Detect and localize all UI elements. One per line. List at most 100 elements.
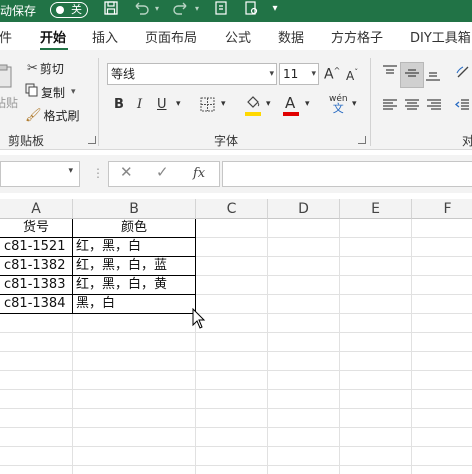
tab-insert[interactable]: 插入 bbox=[92, 27, 118, 46]
underline-dropdown-icon[interactable]: ▾ bbox=[176, 99, 181, 109]
cell-a1[interactable]: 货号 bbox=[0, 218, 72, 237]
copy-label: 复制 bbox=[41, 85, 66, 100]
fill-color-swatch bbox=[245, 112, 261, 116]
grid-line bbox=[0, 332, 472, 333]
phonetic-dropdown-icon[interactable]: ▾ bbox=[352, 99, 357, 109]
clipboard-launcher-icon[interactable] bbox=[88, 136, 96, 144]
copy-button[interactable]: 复制 ▾ bbox=[25, 83, 76, 101]
formula-input[interactable] bbox=[222, 161, 472, 187]
clipboard-group-label: 剪贴板 bbox=[8, 134, 45, 148]
align-middle-icon[interactable] bbox=[400, 62, 424, 88]
copy-icon bbox=[25, 83, 39, 101]
phonetic-char: 文 bbox=[332, 102, 344, 115]
customize-toolbar-icon[interactable]: ▾ bbox=[268, 0, 282, 20]
cell-b5[interactable]: 黑，白 bbox=[76, 294, 195, 313]
font-color-dropdown-icon[interactable]: ▾ bbox=[305, 99, 310, 109]
name-box-dropdown-icon[interactable]: ▾ bbox=[68, 166, 73, 176]
align-left-icon[interactable] bbox=[382, 97, 398, 117]
cell-a4[interactable]: c81-1383 bbox=[4, 275, 72, 294]
align-center-icon[interactable] bbox=[404, 97, 420, 117]
cell-a2[interactable]: c81-1521 bbox=[4, 237, 72, 256]
tab-file[interactable]: 件 bbox=[0, 27, 12, 46]
copy-dropdown-icon[interactable]: ▾ bbox=[71, 87, 76, 97]
decrease-font-size-icon[interactable]: Aˇ bbox=[346, 68, 358, 83]
align-bottom-icon[interactable] bbox=[425, 66, 441, 86]
name-box[interactable]: ▾ bbox=[0, 161, 80, 187]
column-header-b[interactable]: B bbox=[73, 199, 196, 219]
format-painter-icon: 🖌 bbox=[25, 108, 42, 123]
tab-home[interactable]: 开始 bbox=[40, 27, 66, 46]
increase-font-size-icon[interactable]: A^ bbox=[324, 66, 340, 83]
undo-icon[interactable] bbox=[130, 0, 152, 20]
tab-diy-toolbox[interactable]: DIY工具箱 bbox=[410, 27, 471, 46]
mouse-pointer-icon bbox=[192, 307, 206, 334]
cell-a5[interactable]: c81-1384 bbox=[4, 294, 72, 313]
align-top-icon[interactable] bbox=[382, 64, 398, 84]
column-header-d[interactable]: D bbox=[268, 199, 340, 219]
cut-label: 剪切 bbox=[39, 62, 64, 76]
fill-color-icon[interactable] bbox=[245, 94, 261, 114]
tab-fangfanggezi[interactable]: 方方格子 bbox=[331, 27, 383, 46]
cell-b2[interactable]: 红，黑，白 bbox=[76, 237, 195, 256]
confirm-icon[interactable]: ✓ bbox=[156, 163, 169, 181]
autosave-label: 自动保存 bbox=[0, 4, 37, 18]
tab-data[interactable]: 数据 bbox=[278, 27, 304, 46]
grid-line bbox=[0, 408, 472, 409]
chevron-down-icon: ▾ bbox=[269, 69, 274, 79]
touch-mode-icon[interactable] bbox=[210, 0, 232, 20]
paste-icon[interactable] bbox=[0, 64, 14, 94]
orientation-icon[interactable] bbox=[455, 64, 471, 84]
group-separator bbox=[98, 58, 99, 146]
save-icon[interactable] bbox=[100, 0, 122, 20]
format-painter-button[interactable]: 🖌 格式刷 bbox=[25, 107, 80, 124]
autosave-toggle[interactable]: 关 bbox=[50, 2, 88, 18]
grid-line bbox=[0, 351, 472, 352]
font-group-label: 字体 bbox=[214, 134, 239, 148]
cell-b1[interactable]: 颜色 bbox=[73, 218, 195, 237]
alignment-group-label: 对 bbox=[462, 134, 472, 148]
print-preview-icon[interactable] bbox=[240, 0, 262, 20]
column-header-e[interactable]: E bbox=[340, 199, 412, 219]
grid-line bbox=[0, 446, 472, 447]
paste-button-label[interactable]: 粘贴 bbox=[0, 94, 18, 111]
align-right-icon[interactable] bbox=[426, 97, 442, 117]
cell-b4[interactable]: 红，黑，白，黄 bbox=[76, 275, 195, 294]
title-bar: 自动保存 关 ▾ ▾ ▾ bbox=[0, 0, 472, 22]
cancel-icon[interactable]: ✕ bbox=[120, 163, 133, 181]
cell-b3[interactable]: 红，黑，白，蓝 bbox=[76, 256, 195, 275]
redo-icon[interactable] bbox=[170, 0, 192, 20]
tab-formulas[interactable]: 公式 bbox=[225, 27, 251, 46]
redo-dropdown-icon[interactable]: ▾ bbox=[192, 0, 202, 20]
insert-function-icon[interactable]: fx bbox=[193, 166, 205, 181]
font-color-icon[interactable]: A bbox=[285, 94, 295, 112]
column-header-c[interactable]: C bbox=[196, 199, 268, 219]
grid-line bbox=[0, 389, 472, 390]
fill-color-dropdown-icon[interactable]: ▾ bbox=[266, 99, 271, 109]
underline-button[interactable]: U bbox=[157, 97, 167, 112]
tab-page-layout[interactable]: 页面布局 bbox=[145, 27, 197, 46]
grid-line bbox=[0, 427, 472, 428]
column-header-f[interactable]: F bbox=[412, 199, 472, 219]
decrease-indent-icon[interactable] bbox=[454, 97, 470, 117]
italic-button[interactable]: I bbox=[137, 97, 142, 112]
font-size-select[interactable]: 11 ▾ bbox=[279, 63, 319, 85]
chevron-down-icon: ▾ bbox=[311, 69, 316, 79]
cut-button[interactable]: ✂ 剪切 bbox=[27, 60, 64, 77]
toggle-knob bbox=[56, 6, 64, 14]
cell-a3[interactable]: c81-1382 bbox=[4, 256, 72, 275]
font-name-select[interactable]: 等线 ▾ bbox=[107, 63, 277, 85]
font-color-swatch bbox=[283, 112, 299, 116]
border-dropdown-icon[interactable]: ▾ bbox=[221, 99, 226, 109]
toggle-state: 关 bbox=[71, 3, 82, 16]
column-header-a[interactable]: A bbox=[0, 199, 73, 219]
bold-button[interactable]: B bbox=[114, 97, 124, 112]
formula-bar-grip-icon: ⋮ bbox=[92, 166, 104, 180]
undo-dropdown-icon[interactable]: ▾ bbox=[152, 0, 162, 20]
ribbon-tabs: 件 开始 插入 页面布局 公式 数据 方方格子 DIY工具箱 bbox=[0, 22, 472, 50]
phonetic-guide-icon[interactable]: wén 文 bbox=[329, 94, 348, 115]
border-icon[interactable] bbox=[200, 97, 215, 116]
font-launcher-icon[interactable] bbox=[358, 136, 366, 144]
format-painter-label: 格式刷 bbox=[43, 109, 80, 123]
grid-line bbox=[339, 219, 340, 474]
group-separator bbox=[370, 58, 371, 146]
